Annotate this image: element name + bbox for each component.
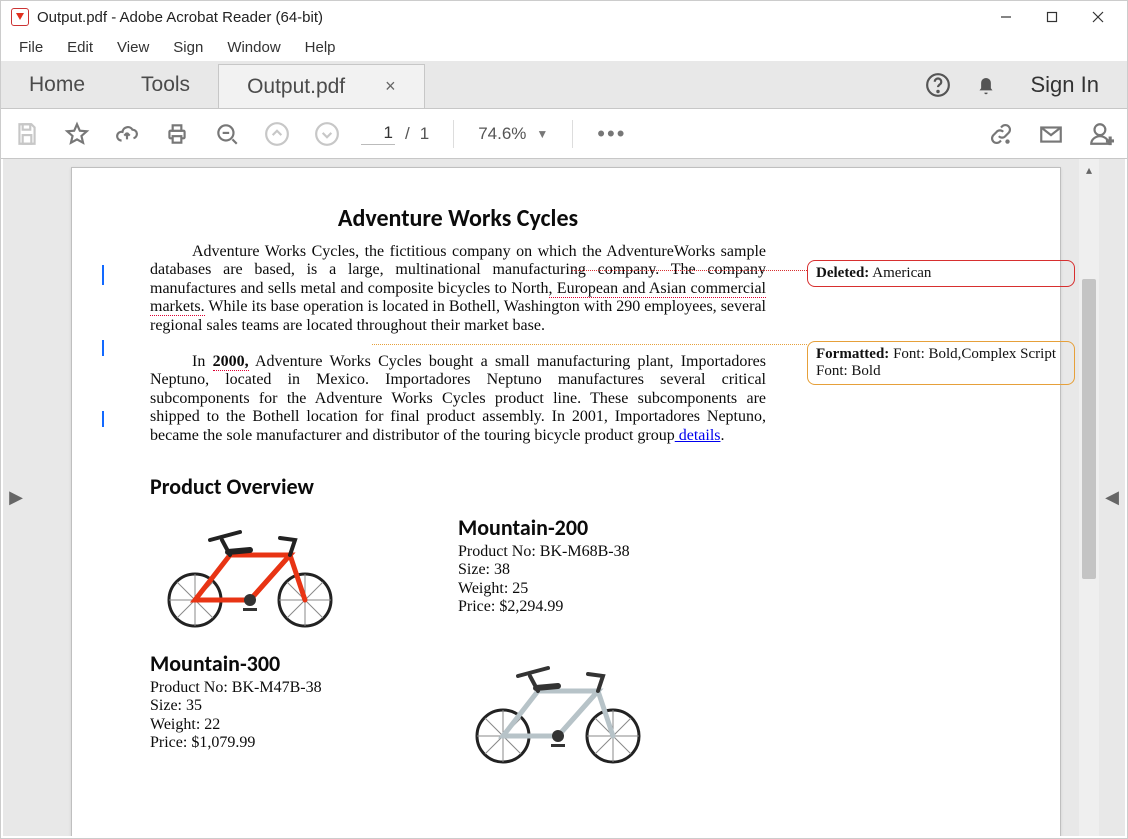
document-viewport[interactable]: Adventure Works Cycles Adventure Works C… (29, 159, 1079, 836)
tabbar: Home Tools Output.pdf × Sign In (1, 61, 1127, 109)
menu-help[interactable]: Help (293, 37, 348, 58)
cloud-upload-icon[interactable] (111, 118, 143, 150)
annotation-connector (372, 344, 807, 346)
menubar: File Edit View Sign Window Help (1, 33, 1127, 61)
annotation-label: Deleted: (816, 265, 869, 281)
save-icon[interactable] (11, 118, 43, 150)
product-size: Size: 35 (150, 697, 448, 715)
tab-document[interactable]: Output.pdf × (218, 64, 425, 108)
change-mark (102, 411, 104, 427)
print-icon[interactable] (161, 118, 193, 150)
paragraph-1: Adventure Works Cycles, the fictitious c… (150, 243, 766, 335)
tools-pane-toggle-right[interactable]: ◀ (1099, 159, 1125, 836)
sign-in-button[interactable]: Sign In (1021, 72, 1110, 98)
separator (453, 120, 454, 148)
menu-sign[interactable]: Sign (161, 37, 215, 58)
annotation-label: Formatted: (816, 346, 889, 362)
pdf-page: Adventure Works Cycles Adventure Works C… (71, 167, 1061, 836)
menu-edit[interactable]: Edit (55, 37, 105, 58)
product-weight: Weight: 25 (458, 580, 756, 598)
para2-lead: In (192, 353, 213, 370)
para1-seg-b: While its base operation is located in B… (150, 298, 766, 333)
page-current-input[interactable] (361, 122, 395, 145)
minimize-button[interactable] (983, 1, 1029, 33)
content-area: ▶ Adventure Works Cycles Adventure Works… (3, 159, 1125, 836)
product-price: Price: $1,079.99 (150, 734, 448, 752)
help-icon[interactable] (925, 72, 951, 98)
mountain-200-image (150, 510, 350, 630)
mountain-300-image (458, 646, 658, 766)
product-no: Product No: BK-M68B-38 (458, 543, 756, 561)
product-grid: Mountain-200 Product No: BK-M68B-38 Size… (150, 506, 766, 778)
menu-view[interactable]: View (105, 37, 161, 58)
menu-window[interactable]: Window (215, 37, 292, 58)
share-link-icon[interactable] (985, 118, 1017, 150)
change-mark (102, 340, 104, 356)
more-icon[interactable]: ••• (597, 121, 626, 147)
vertical-scrollbar[interactable]: ▴ (1079, 159, 1099, 836)
page-down-icon[interactable] (311, 118, 343, 150)
scroll-thumb[interactable] (1082, 279, 1096, 579)
annotation-deleted-value: American (872, 265, 931, 281)
toolbar: / 1 74.6% ▼ ••• + (1, 109, 1127, 159)
product-size: Size: 38 (458, 561, 756, 579)
maximize-button[interactable] (1029, 1, 1075, 33)
email-icon[interactable] (1035, 118, 1067, 150)
close-tab-icon[interactable]: × (385, 76, 396, 97)
scroll-up-icon[interactable]: ▴ (1079, 163, 1099, 177)
separator (572, 120, 573, 148)
window-controls (983, 1, 1121, 33)
star-icon[interactable] (61, 118, 93, 150)
product-name: Mountain-300 (150, 650, 448, 677)
menu-file[interactable]: File (7, 37, 55, 58)
nav-pane-toggle-left[interactable]: ▶ (3, 159, 29, 836)
product-info-1: Mountain-200 Product No: BK-M68B-38 Size… (458, 506, 766, 642)
tab-home[interactable]: Home (1, 61, 113, 108)
bell-icon[interactable] (973, 72, 999, 98)
annotation-connector (572, 270, 807, 272)
document-title: Adventure Works Cycles (150, 204, 766, 233)
annotation-deleted[interactable]: Deleted: American (807, 260, 1075, 287)
page-total: 1 (420, 124, 429, 144)
document-body: Adventure Works Cycles Adventure Works C… (150, 204, 766, 778)
product-name: Mountain-200 (458, 514, 756, 541)
product-image-1 (150, 506, 458, 642)
page-number-control: / 1 (361, 122, 429, 145)
details-link[interactable]: details (675, 427, 721, 444)
section-heading: Product Overview (150, 473, 766, 500)
para2-bold: 2000, (213, 353, 249, 371)
acrobat-app-icon (11, 8, 29, 26)
svg-text:+: + (1106, 132, 1114, 146)
close-button[interactable] (1075, 1, 1121, 33)
window-title: Output.pdf - Adobe Acrobat Reader (64-bi… (37, 9, 323, 26)
add-reviewer-icon[interactable]: + (1085, 118, 1117, 150)
review-annotations: Deleted: American Formatted: Font: Bold,… (807, 260, 1075, 439)
product-no: Product No: BK-M47B-38 (150, 679, 448, 697)
chevron-down-icon: ▼ (536, 127, 548, 141)
zoom-control[interactable]: 74.6% ▼ (478, 124, 548, 144)
page-separator: / (405, 124, 410, 144)
paragraph-2: In 2000, Adventure Works Cycles bought a… (150, 353, 766, 445)
page-up-icon[interactable] (261, 118, 293, 150)
tab-home-label: Home (29, 73, 85, 97)
tab-tools-label: Tools (141, 73, 190, 97)
tab-document-label: Output.pdf (247, 75, 345, 99)
product-info-2: Mountain-300 Product No: BK-M47B-38 Size… (150, 642, 458, 778)
product-price: Price: $2,294.99 (458, 598, 756, 616)
change-mark (102, 265, 104, 285)
product-image-2 (458, 642, 766, 778)
annotation-formatted[interactable]: Formatted: Font: Bold,Complex Script Fon… (807, 341, 1075, 385)
titlebar: Output.pdf - Adobe Acrobat Reader (64-bi… (1, 1, 1127, 33)
product-weight: Weight: 22 (150, 716, 448, 734)
zoom-value: 74.6% (478, 124, 526, 144)
search-icon[interactable] (211, 118, 243, 150)
tab-tools[interactable]: Tools (113, 61, 218, 108)
